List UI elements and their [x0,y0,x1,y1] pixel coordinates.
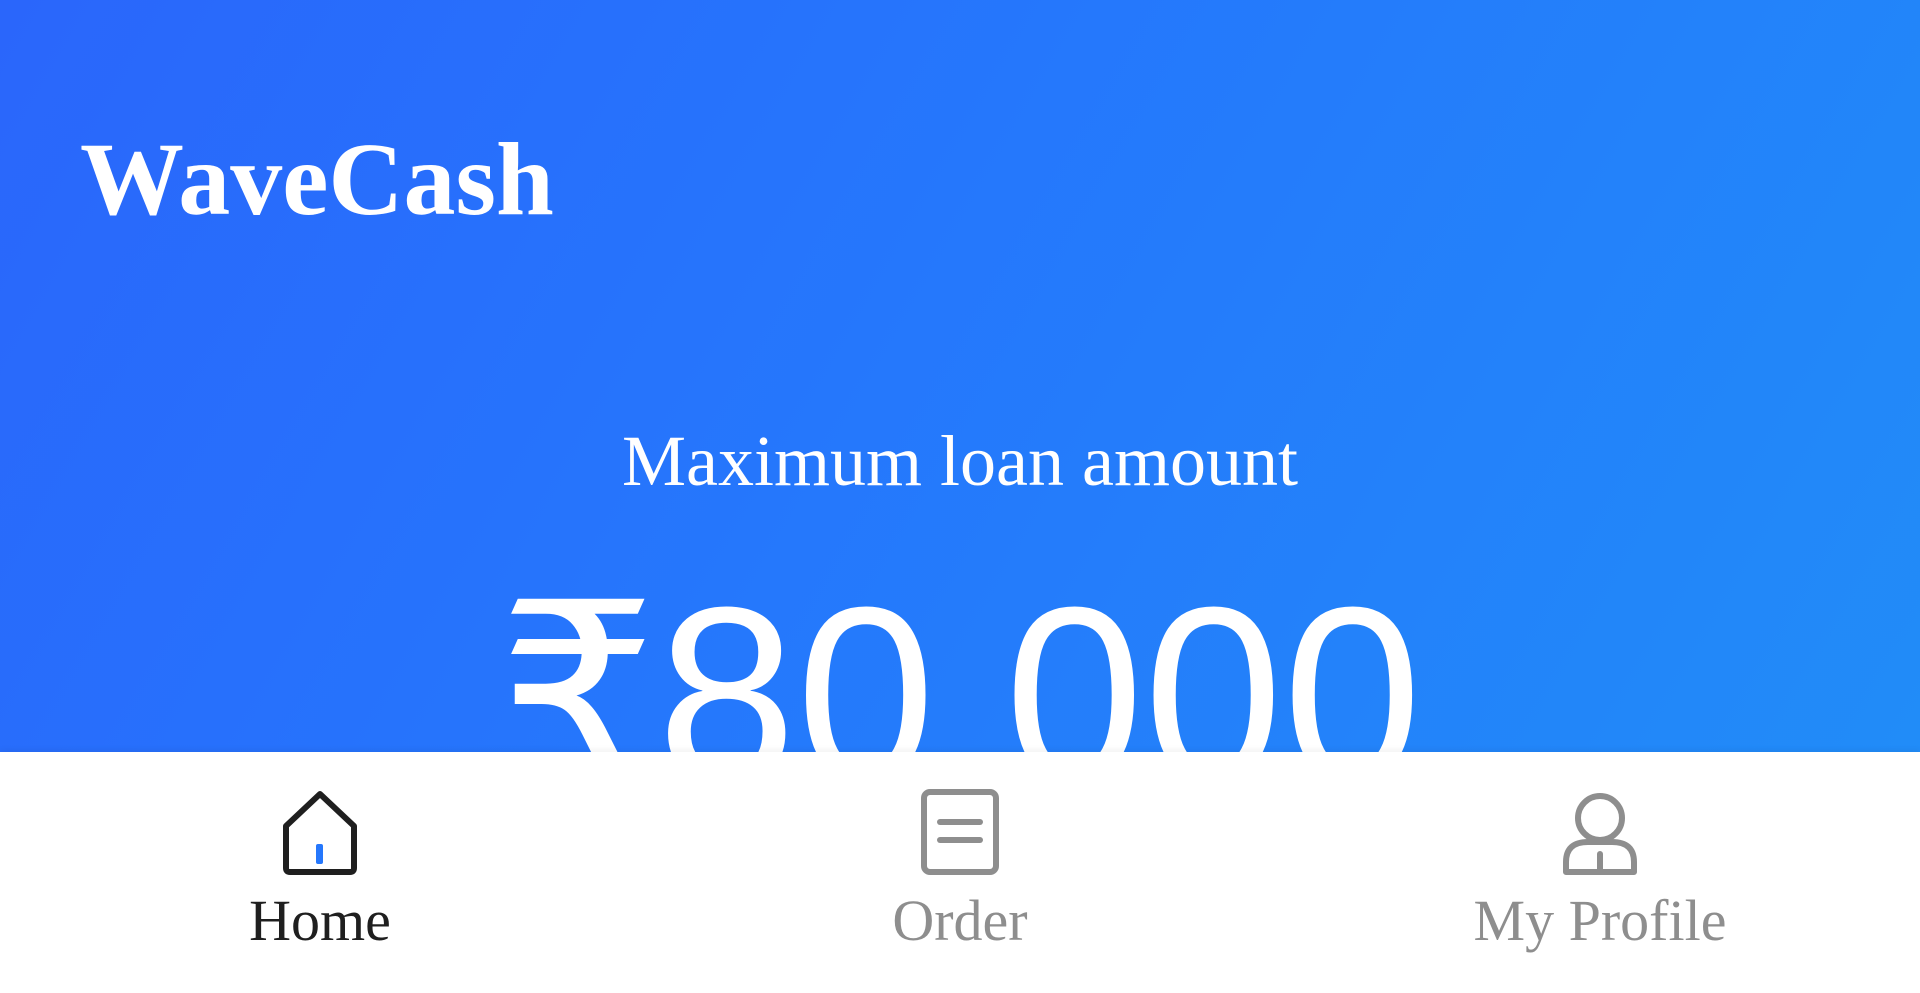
tab-my-profile-label: My Profile [1473,888,1727,953]
bottom-tab-bar: Home Order My Profile [0,752,1920,993]
tab-order-label: Order [892,888,1028,953]
home-icon [283,791,357,875]
document-icon [921,789,999,875]
brand-title: WaveCash [80,122,554,237]
profile-icon [1563,793,1637,875]
loan-amount-value: ₹80,000 [498,555,1422,753]
app-screen: WaveCash Maximum loan amount ₹80,000 Hom… [0,0,1920,993]
tab-home[interactable]: Home [0,752,640,993]
tab-my-profile[interactable]: My Profile [1280,752,1920,993]
tab-order[interactable]: Order [640,752,1280,993]
tab-home-label: Home [249,888,391,953]
loan-amount-label: Maximum loan amount [622,421,1298,501]
hero-banner: WaveCash Maximum loan amount ₹80,000 [0,0,1920,752]
